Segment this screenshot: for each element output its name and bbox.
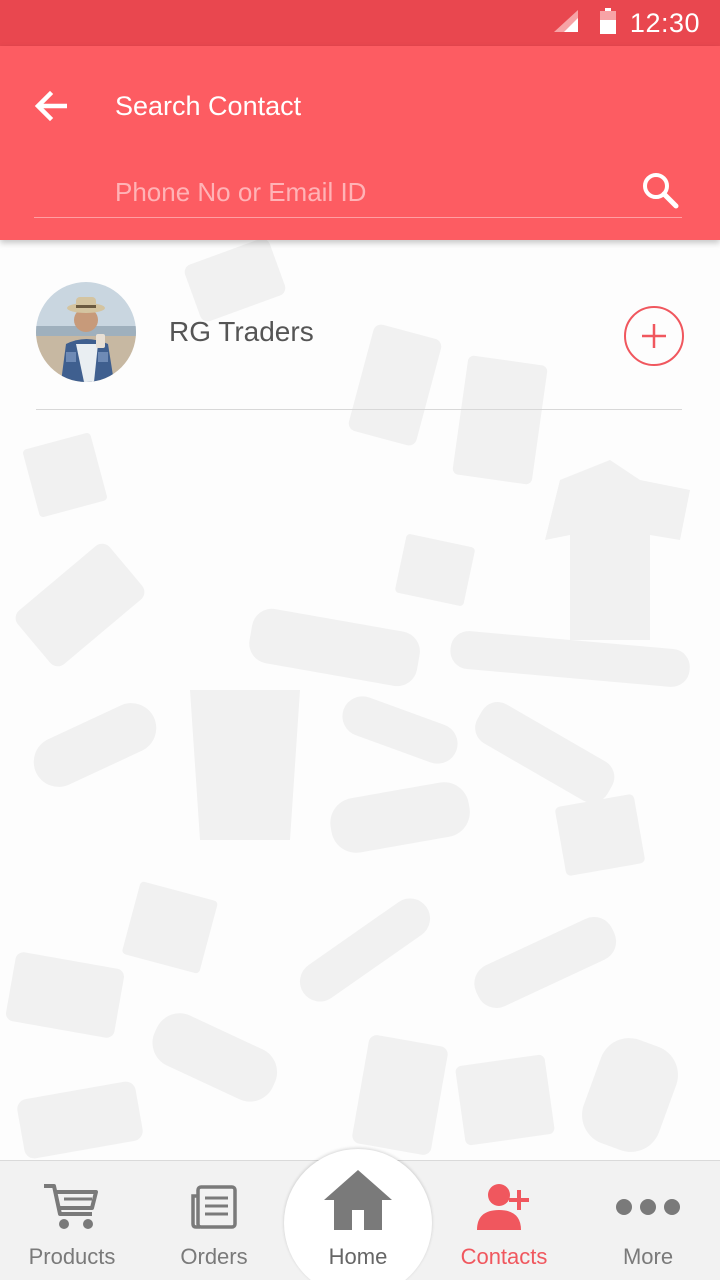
nav-label-orders: Orders (180, 1244, 248, 1269)
avatar (36, 282, 136, 382)
cart-icon (44, 1184, 98, 1229)
plus-icon (642, 324, 666, 348)
contact-list-area: RG Traders (0, 240, 720, 1160)
nav-item-more[interactable]: More (576, 1161, 720, 1280)
contact-list-item[interactable]: RG Traders (36, 282, 684, 410)
nav-item-products[interactable]: Products (0, 1161, 144, 1280)
signal-icon (553, 9, 578, 37)
nav-item-home[interactable]: Home (286, 1161, 430, 1280)
add-contact-button[interactable] (624, 306, 684, 366)
orders-list-icon (191, 1185, 237, 1229)
nav-label-home: Home (328, 1244, 388, 1269)
status-bar: 12:30 (0, 0, 720, 46)
back-button[interactable] (34, 90, 74, 124)
contact-name: RG Traders (169, 316, 314, 347)
bottom-navigation: Products Orders Home Contacts More (0, 1149, 720, 1280)
status-time: 12:30 (629, 7, 700, 38)
search-input[interactable] (115, 172, 615, 212)
nav-label-contacts: Contacts (460, 1244, 548, 1269)
nav-item-contacts[interactable]: Contacts (432, 1161, 576, 1280)
app-header: Search Contact (0, 46, 720, 240)
page-title: Search Contact (115, 91, 302, 121)
home-icon (324, 1170, 392, 1230)
search-icon (643, 173, 679, 209)
battery-icon (599, 7, 616, 39)
nav-label-products: Products (28, 1244, 116, 1269)
add-contact-icon (477, 1184, 529, 1230)
search-button[interactable] (640, 170, 680, 210)
nav-item-orders[interactable]: Orders (142, 1161, 286, 1280)
search-underline (34, 217, 682, 218)
nav-label-more: More (622, 1244, 674, 1269)
more-dots-icon (616, 1199, 680, 1215)
arrow-left-icon (34, 90, 67, 122)
